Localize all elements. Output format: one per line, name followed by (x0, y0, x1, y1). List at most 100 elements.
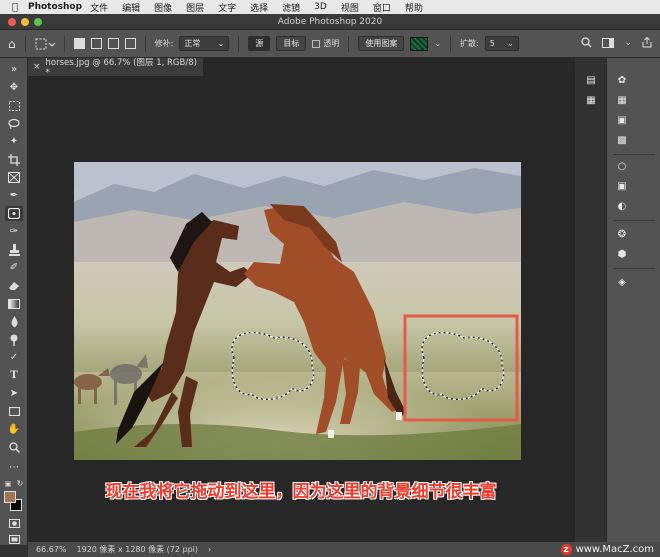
collapse-icon[interactable]: » (5, 62, 23, 77)
separator (348, 35, 350, 52)
close-tab-icon[interactable]: × (33, 62, 41, 72)
document-info: 1920 像素 x 1280 像素 (72 ppi) (76, 545, 199, 554)
chevron-down-icon: ⌄ (507, 39, 514, 48)
menu-file[interactable]: 文件 (90, 1, 108, 14)
destination-button[interactable]: 目标 (276, 36, 307, 51)
history-brush-tool-icon[interactable]: ✐ (5, 260, 23, 275)
menu-view[interactable]: 视图 (341, 1, 359, 14)
foreground-color-swatch[interactable] (4, 491, 16, 503)
eyedropper-tool-icon[interactable]: ✒ (5, 188, 23, 203)
app-menu[interactable]: Photoshop (28, 2, 82, 12)
workspace-icon[interactable] (602, 37, 615, 48)
document-tab-bar: × horses.jpg @ 66.7% (图层 1, RGB/8) * (28, 58, 574, 78)
menu-3d[interactable]: 3D (314, 2, 327, 12)
blur-tool-icon[interactable] (5, 314, 23, 329)
subtract-selection-icon[interactable] (107, 38, 119, 49)
patch-tool-preset-icon[interactable] (35, 38, 55, 50)
color-panel-icon[interactable]: ✿ (615, 74, 629, 86)
type-tool-icon[interactable]: T (5, 368, 23, 383)
use-pattern-button[interactable]: 使用图案 (358, 36, 405, 51)
learn-panel-icon[interactable]: ○ (615, 160, 629, 172)
default-colors-icon[interactable]: ▣ (2, 476, 14, 491)
window-title: Adobe Photoshop 2020 (277, 16, 383, 27)
path-selection-tool-icon[interactable]: ➤ (5, 386, 23, 401)
status-bar: 66.67% 1920 像素 x 1280 像素 (72 ppi) › Z ww… (28, 542, 660, 557)
hand-tool-icon[interactable]: ✋ (5, 422, 23, 437)
diffusion-select[interactable]: 5 ⌄ (484, 36, 519, 51)
more-tools-icon[interactable]: ⋯ (5, 460, 23, 475)
zoom-level[interactable]: 66.67% (36, 545, 67, 554)
swatches-panel-icon[interactable]: ▦ (615, 94, 629, 106)
menu-image[interactable]: 图像 (154, 1, 172, 14)
minimize-window-button[interactable] (21, 18, 29, 26)
paths-panel-icon[interactable]: ⬢ (615, 248, 629, 260)
properties-panel-icon[interactable]: ▤ (584, 74, 598, 86)
add-selection-icon[interactable] (90, 38, 102, 49)
dodge-tool-icon[interactable] (5, 332, 23, 347)
patch-mode-value: 正常 (184, 39, 201, 48)
patterns-panel-icon[interactable]: ▩ (615, 134, 629, 146)
move-tool-icon[interactable]: ✥ (5, 80, 23, 95)
separator (238, 35, 240, 52)
pattern-swatch[interactable] (410, 36, 429, 51)
menu-bar:  Photoshop 文件 编辑 图像 图层 文字 选择 滤镜 3D 视图 窗… (0, 0, 660, 14)
intersect-selection-icon[interactable] (124, 38, 136, 49)
document-tab[interactable]: × horses.jpg @ 66.7% (图层 1, RGB/8) * (28, 58, 203, 78)
document-image[interactable] (74, 162, 521, 460)
crop-tool-icon[interactable] (5, 152, 23, 167)
new-selection-icon[interactable] (73, 38, 85, 49)
panel-dock: ✿ ▦ ▣ ▩ ○ ▣ ◐ ❂ ⬢ ◈ (606, 58, 660, 545)
menu-help[interactable]: 帮助 (405, 1, 423, 14)
home-icon[interactable]: ⌂ (8, 37, 16, 51)
diffusion-value: 5 (489, 39, 495, 48)
window-controls (8, 18, 42, 26)
menu-edit[interactable]: 编辑 (122, 1, 140, 14)
chevron-right-icon[interactable]: › (208, 545, 211, 554)
panel-divider (613, 220, 655, 221)
channels-panel-icon[interactable]: ❂ (615, 228, 629, 240)
menu-select[interactable]: 选择 (250, 1, 268, 14)
adjustments-panel-icon[interactable]: ◐ (615, 200, 629, 212)
menu-type[interactable]: 文字 (218, 1, 236, 14)
apple-icon[interactable]:  (6, 2, 24, 13)
menu-layer[interactable]: 图层 (186, 1, 204, 14)
pen-tool-icon[interactable]: ✓ (5, 350, 23, 365)
panel-divider (613, 154, 655, 155)
magic-wand-tool-icon[interactable]: ✦ (5, 134, 23, 149)
lasso-tool-icon[interactable] (5, 116, 23, 131)
eraser-tool-icon[interactable] (5, 278, 23, 293)
chevron-down-icon: ⌄ (217, 39, 225, 48)
chevron-down-icon[interactable]: ⌄ (434, 39, 441, 48)
search-icon[interactable] (581, 37, 592, 48)
marquee-tool-icon[interactable] (5, 98, 23, 113)
swap-colors-icon[interactable]: ↻ (14, 476, 26, 491)
tutorial-caption: 现在我将它拖动到这里，因为这里的背景细节很丰富 (105, 482, 497, 502)
screen-mode-icon[interactable] (5, 532, 23, 547)
patch-tool-icon[interactable] (5, 206, 23, 221)
stamp-tool-icon[interactable] (5, 242, 23, 257)
tools-panel: » ✥ ✦ ✒ ✑ ✐ ✓ T ➤ ✋ ⋯ ▣ ↻ (0, 58, 28, 545)
canvas-area[interactable]: 现在我将它拖动到这里，因为这里的背景细节很丰富 (28, 76, 574, 542)
source-button[interactable]: 源 (248, 36, 271, 51)
libraries-panel-icon[interactable]: ▣ (615, 180, 629, 192)
chevron-down-icon[interactable]: ⌄ (624, 37, 632, 48)
close-window-button[interactable] (8, 18, 16, 26)
history-panel-icon[interactable]: ▦ (584, 94, 598, 106)
patch-mode-select[interactable]: 正常 ⌄ (179, 36, 230, 51)
menu-window[interactable]: 窗口 (373, 1, 391, 14)
brush-tool-icon[interactable]: ✑ (5, 224, 23, 239)
quick-mask-icon[interactable] (5, 516, 23, 531)
layers-panel-icon[interactable]: ◈ (615, 276, 629, 288)
zoom-window-button[interactable] (34, 18, 42, 26)
transparent-checkbox[interactable]: 透明 (312, 38, 339, 49)
gradient-tool-icon[interactable] (5, 296, 23, 311)
gradients-panel-icon[interactable]: ▣ (615, 114, 629, 126)
watermark: Z www.MacZ.com (560, 542, 654, 557)
menu-filter[interactable]: 滤镜 (282, 1, 300, 14)
zoom-tool-icon[interactable] (5, 440, 23, 455)
rectangle-tool-icon[interactable] (5, 404, 23, 419)
macz-logo-icon: Z (560, 544, 572, 555)
frame-tool-icon[interactable] (5, 170, 23, 185)
checkbox-box[interactable] (312, 39, 321, 48)
share-icon[interactable] (642, 37, 652, 48)
